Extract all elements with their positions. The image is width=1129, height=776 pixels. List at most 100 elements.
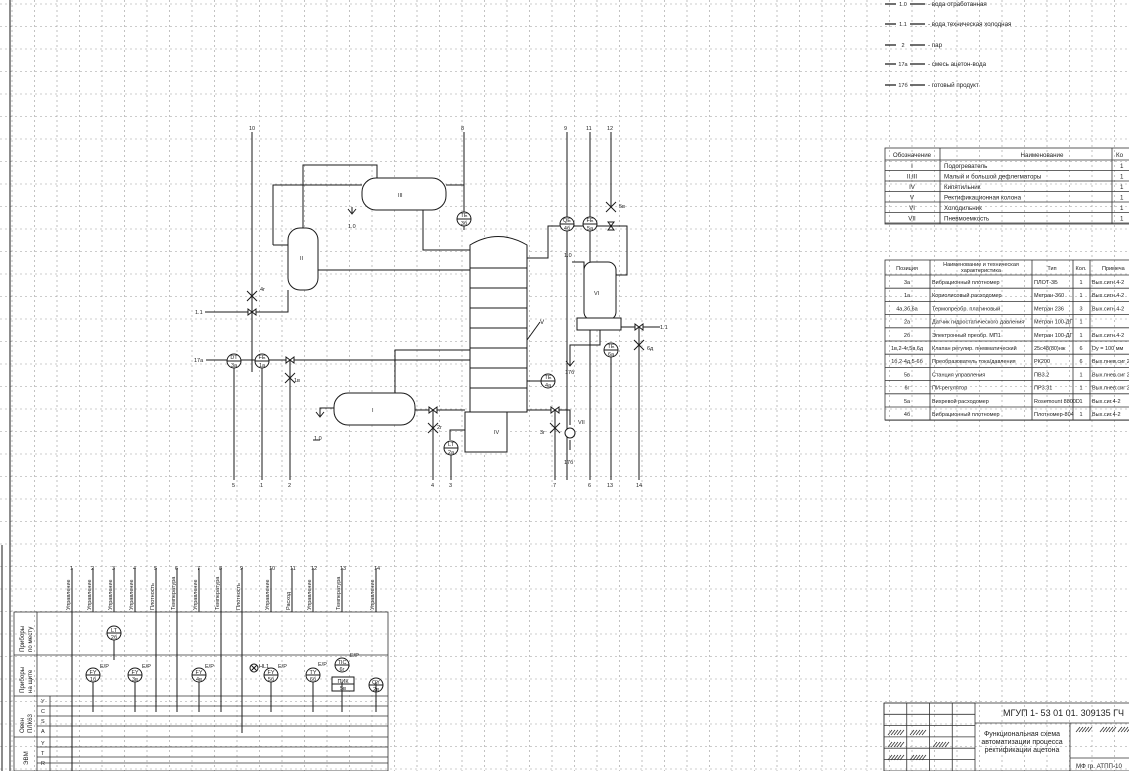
- panel-column-number: 6: [175, 566, 178, 572]
- panel-instrument: LT2б: [106, 625, 122, 641]
- instrument-type: ПВ3.2: [1034, 372, 1049, 378]
- rectification-column: [469, 236, 528, 413]
- legend-item-water-cold: 1.1 - вода техническая холодная: [885, 20, 1011, 28]
- legend-item-product: 17б - готовый продукт: [885, 81, 979, 89]
- equipment-label-VI: VI: [594, 291, 600, 297]
- equipment-label-VII: VII: [578, 420, 585, 426]
- instrument-note: Вых.сигн.4-2: [1092, 333, 1124, 339]
- stream-label: 1.1: [660, 325, 668, 331]
- instrument-type: ПЛОТ-3Б: [1034, 280, 1058, 286]
- pneumatic-tank: [564, 427, 576, 439]
- instrument-tag: TIC: [338, 660, 347, 666]
- drawing-title: Функциональная схема: [984, 731, 1060, 738]
- ep-label: Е/Р: [318, 662, 327, 668]
- legend-item-steam: 2 - пар: [885, 41, 943, 49]
- legend-text: - вода техническая холодная: [928, 21, 1011, 28]
- equipment-qty: 1: [1120, 205, 1124, 212]
- stream-label: 17б: [565, 370, 574, 376]
- equipment-table-header: Обозначение: [893, 152, 932, 159]
- panel-column-function: Управление: [129, 579, 135, 610]
- legend-text: - пар: [928, 42, 943, 49]
- legend-code: 17б: [898, 83, 907, 89]
- instrument-note: Вых.сиг.4-2: [1092, 412, 1121, 418]
- panel-column-function: Температура: [336, 576, 342, 610]
- instrument-table-header: Тип: [1047, 266, 1056, 272]
- instrument-bubble: FE 1а: [254, 353, 270, 369]
- stream-label: 17б: [564, 460, 573, 466]
- panel-row-label-owen: ПЛК63: [27, 713, 34, 733]
- instrument-tag: DT: [230, 355, 238, 361]
- legend-item-water-used: 1.0 - вода отработанная: [885, 0, 987, 8]
- equipment-label-III: III: [398, 193, 403, 199]
- instrument-position: 2б: [904, 333, 910, 339]
- instrument-bubble: FE 5а: [582, 216, 598, 232]
- instrument-position: 1а: [904, 293, 911, 299]
- equipment-qty: 1: [1120, 174, 1124, 181]
- panel-column-number: 2: [91, 566, 94, 572]
- instrument-type: Метран 100-ДГ: [1034, 333, 1072, 339]
- instrument-note: Вых.пнев.сиг 20-100 кПа: [1092, 359, 1129, 365]
- panel-signal-letter: У: [41, 699, 45, 705]
- equipment-qty: 1: [1120, 184, 1124, 191]
- panel-row-label-board: на щите: [27, 669, 34, 693]
- heater: [333, 392, 416, 426]
- equipment-code: II,III: [907, 174, 918, 181]
- instrument-position: 1в,2-4г,5в,6д: [891, 346, 924, 352]
- instrument-tag: FY: [131, 670, 138, 676]
- panel-signal-letter: А: [41, 729, 45, 735]
- equipment-label-V: V: [540, 319, 545, 326]
- panel-column-function: Плотность: [236, 583, 242, 610]
- stream-label: 1.0: [348, 224, 356, 230]
- legend-text: - готовый продукт: [928, 82, 979, 89]
- instrument-table-rows: 3а Вибрационный плотномер ПЛОТ-3Б 1 Вых.сигн…: [885, 279, 1129, 421]
- drawing-sheet: 1.0 - вода отработанная 1.1 - вода техни…: [0, 0, 1129, 772]
- legend: 1.0 - вода отработанная 1.1 - вода техни…: [885, 0, 1011, 89]
- instrument-type: Rosemount 8800D: [1034, 399, 1080, 405]
- instrument-bubble: QE 4б: [559, 216, 575, 232]
- panel-column-number: 8: [219, 566, 222, 572]
- instrument-position: 6г: [904, 386, 909, 392]
- instrument-table-header: Примеча: [1102, 266, 1126, 272]
- instrument-number: 4а: [545, 383, 552, 389]
- panel-column-function: Управление: [370, 579, 376, 610]
- functional-automation-diagram: 1.0 - вода отработанная 1.1 - вода техни…: [0, 0, 1129, 772]
- line-number-12: 12: [607, 126, 613, 132]
- instrument-table-header: характеристика: [961, 268, 1002, 274]
- instrument-qty: 6: [1079, 359, 1082, 365]
- line-number: 4: [431, 483, 434, 489]
- instrument-note: Вых.сиг.4-2: [1092, 399, 1121, 405]
- reboiler: [464, 411, 508, 453]
- instrument-note: Вых.сигн.4-2: [1092, 280, 1124, 286]
- instrument-number: 2а: [448, 450, 455, 456]
- instrument-position: 2а: [904, 320, 911, 326]
- legend-text: - смесь ацетон-вода: [928, 61, 987, 68]
- panel-column-function: Расход: [286, 591, 292, 610]
- equipment-name: Холодильник: [944, 205, 982, 212]
- line-number: 7: [553, 483, 556, 489]
- legend-code: 17а: [898, 62, 908, 68]
- instrument-qty: 1: [1079, 372, 1082, 378]
- cooler: VI: [576, 261, 622, 331]
- equipment-qty: 1: [1120, 195, 1124, 202]
- title-block-hatch: [1117, 726, 1129, 733]
- line-number-9: 9: [564, 126, 567, 132]
- instrument-qty: 1: [1079, 320, 1082, 326]
- line-number: 5: [232, 483, 235, 489]
- panel-column-number: 4: [133, 566, 136, 572]
- instrument-note: Вых.сигн.4-2: [1092, 306, 1124, 312]
- panel-row-label-owen: Овен: [19, 718, 26, 733]
- instrument-name: Вихревой расходомер: [932, 398, 989, 405]
- instrument-note: Dy = 100 мм: [1092, 346, 1123, 352]
- line-number: 13: [607, 483, 613, 489]
- panel-column-number: 9: [240, 566, 243, 572]
- panel-instrument: FY5б: [263, 667, 279, 683]
- instrument-note: Вых.пнев.сиг 20-100 кПа: [1092, 372, 1129, 378]
- panel-column-function: Управление: [87, 579, 93, 610]
- drawing-title: ректификации ацетона: [985, 747, 1060, 754]
- instrument-position: 3а: [904, 280, 911, 286]
- instrument-type: ПР3.31: [1034, 386, 1052, 392]
- instrument-qty: 1: [1079, 412, 1082, 418]
- panel-signal-letter: С: [41, 709, 45, 715]
- panel-column-function: Управление: [108, 579, 114, 610]
- line-number: 2: [288, 483, 291, 489]
